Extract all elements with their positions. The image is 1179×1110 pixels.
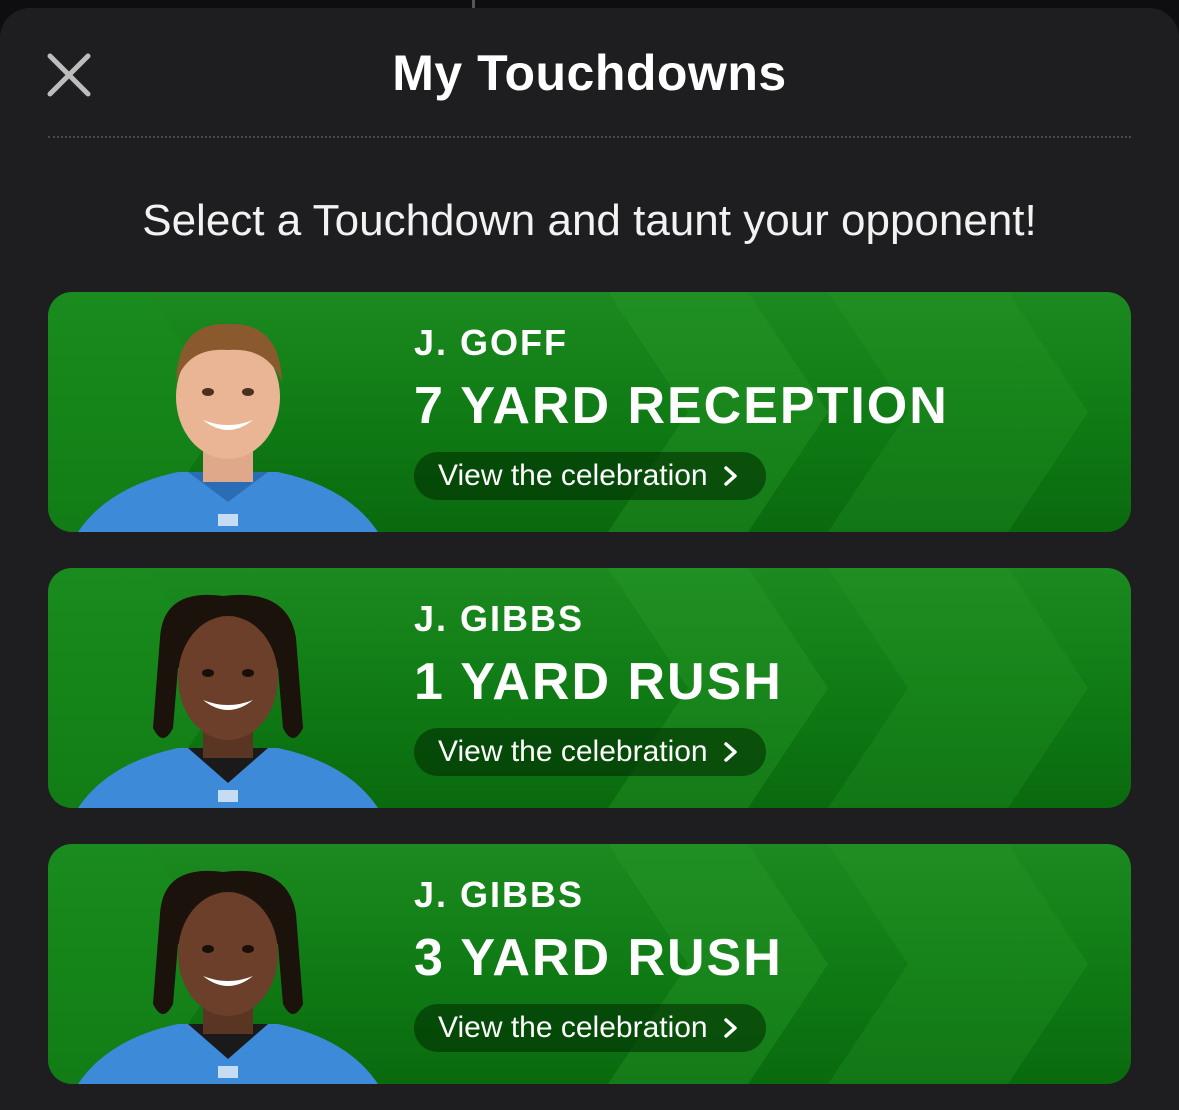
view-celebration-label: View the celebration [438, 459, 708, 492]
play-description: 3 YARD RUSH [414, 929, 783, 987]
header-divider [48, 136, 1131, 138]
touchdown-card[interactable]: J. GIBBS 1 YARD RUSH View the celebratio… [48, 568, 1131, 808]
player-name: J. GIBBS [414, 874, 585, 915]
view-celebration-button[interactable]: View the celebration [414, 452, 766, 500]
play-description: 7 YARD RECEPTION [414, 377, 949, 435]
view-celebration-button[interactable]: View the celebration [414, 728, 766, 776]
sheet-header: My Touchdowns [0, 8, 1179, 138]
touchdown-card[interactable]: J. GIBBS 3 YARD RUSH View the celebratio… [48, 844, 1131, 1084]
chevron-right-icon [723, 742, 737, 762]
player-photo [78, 323, 378, 532]
view-celebration-button[interactable]: View the celebration [414, 1004, 766, 1052]
touchdowns-sheet: My Touchdowns Select a Touchdown and tau… [0, 8, 1179, 1110]
view-celebration-label: View the celebration [438, 735, 708, 768]
player-name: J. GOFF [414, 322, 569, 363]
instruction-text: Select a Touchdown and taunt your oppone… [142, 196, 1037, 245]
page-title: My Touchdowns [392, 45, 787, 101]
touchdown-card[interactable]: J. GOFF 7 YARD RECEPTION View the celebr… [48, 292, 1131, 532]
chevron-right-icon [723, 1018, 737, 1038]
view-celebration-label: View the celebration [438, 1011, 708, 1044]
play-description: 1 YARD RUSH [414, 653, 783, 711]
chevron-right-icon [723, 466, 737, 486]
player-photo [78, 870, 378, 1084]
player-name: J. GIBBS [414, 598, 585, 639]
top-divider-notch [472, 0, 475, 8]
player-photo [78, 594, 378, 808]
